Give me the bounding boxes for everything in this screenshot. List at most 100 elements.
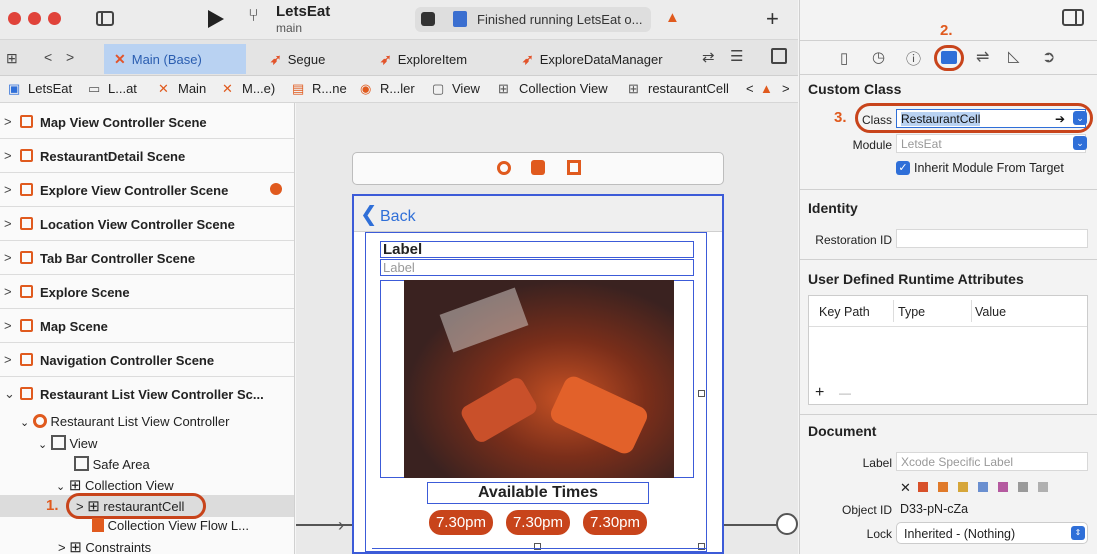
resize-handle[interactable] (698, 390, 705, 397)
warning-icon[interactable]: ▲ (760, 81, 773, 96)
editor-options-icon[interactable]: ☰ (730, 47, 743, 65)
zoom-window-button[interactable] (48, 12, 61, 25)
scene-row[interactable]: > RestaurantDetail Scene (0, 139, 294, 173)
sidebar-toggle-icon[interactable] (96, 11, 114, 26)
breadcrumb-item[interactable]: M...e) (242, 81, 275, 96)
breadcrumb-item[interactable]: R...ler (380, 81, 415, 96)
forward-icon[interactable]: > (782, 81, 790, 96)
related-items-icon[interactable]: ⇄ (702, 48, 715, 66)
warning-icon[interactable]: ▲ (665, 9, 680, 26)
scene-row[interactable]: > Location View Controller Scene (0, 207, 294, 241)
lock-popup[interactable]: Inherited - (Nothing) ⇕ (896, 522, 1088, 544)
tree-item-view[interactable]: ⌄ View (38, 435, 97, 451)
breadcrumb-item[interactable]: Main (178, 81, 206, 96)
run-button[interactable] (208, 10, 224, 28)
column-header[interactable]: Type (898, 305, 925, 319)
forward-icon[interactable]: > (66, 49, 74, 65)
breadcrumb-item[interactable]: View (452, 81, 480, 96)
scene-row[interactable]: > Explore View Controller Scene (0, 173, 294, 207)
chevron-right-icon[interactable]: > (4, 250, 12, 265)
color-swatch[interactable] (978, 482, 988, 492)
segue-icon[interactable] (776, 513, 798, 535)
inherit-checkbox[interactable]: ✓ (896, 161, 910, 175)
scene-row[interactable]: > Tab Bar Controller Scene (0, 241, 294, 275)
connections-inspector-icon[interactable]: ➲ (1042, 47, 1055, 67)
restoration-id-field[interactable] (896, 229, 1088, 248)
breadcrumb-item[interactable]: Collection View (519, 81, 608, 96)
time-button[interactable]: 7.30pm (429, 510, 493, 535)
go-to-icon[interactable]: ➔ (1055, 112, 1065, 126)
tab-explore-item[interactable]: ➶ ExploreItem (380, 44, 467, 74)
color-swatch[interactable] (918, 482, 928, 492)
breadcrumb-item[interactable]: L...at (108, 81, 137, 96)
tab-main[interactable]: ✕ Main (Base) (104, 44, 246, 74)
tree-item-collection-view[interactable]: ⌄ ⊞ Collection View (56, 476, 174, 494)
scene-row[interactable]: > Map Scene (0, 309, 294, 343)
help-inspector-icon[interactable]: ⓘ (906, 48, 921, 69)
chevron-down-icon[interactable]: ⌄ (1073, 111, 1087, 125)
add-attribute-button[interactable]: + (815, 384, 824, 402)
color-swatch[interactable] (1018, 482, 1028, 492)
add-icon[interactable]: + (766, 6, 779, 32)
identity-inspector-icon[interactable] (941, 51, 957, 64)
cell-title-label[interactable]: Label (380, 241, 694, 258)
breadcrumb-item[interactable]: R...ne (312, 81, 347, 96)
column-header[interactable]: Key Path (819, 305, 870, 319)
tree-item-flow-layout[interactable]: Collection View Flow L... (92, 518, 249, 533)
color-swatch[interactable] (1038, 482, 1048, 492)
remove-attribute-button[interactable]: — (839, 386, 851, 400)
chevron-right-icon[interactable]: > (4, 216, 12, 231)
column-header[interactable]: Value (975, 305, 1006, 319)
available-times-label[interactable]: Available Times (427, 482, 649, 504)
color-swatch[interactable] (958, 482, 968, 492)
back-icon[interactable]: < (44, 49, 52, 65)
attributes-inspector-icon[interactable]: ⇌ (976, 47, 989, 67)
scene-row[interactable]: ⌄ Restaurant List View Controller Sc... (0, 377, 294, 411)
chevron-down-icon[interactable]: ⌄ (1073, 136, 1087, 150)
tree-item-restaurant-cell[interactable]: > ⊞ restaurantCell (76, 497, 184, 515)
scene-row[interactable]: > Map View Controller Scene (0, 105, 294, 139)
restaurant-image[interactable] (404, 280, 674, 478)
first-responder-icon[interactable] (531, 160, 545, 175)
chevron-right-icon[interactable]: > (4, 148, 12, 163)
add-editor-icon[interactable] (771, 48, 787, 64)
document-label-field[interactable]: Xcode Specific Label (896, 452, 1088, 471)
activity-view[interactable]: Finished running LetsEat o... (415, 7, 651, 32)
controller-icon[interactable] (497, 161, 511, 175)
color-swatch[interactable] (998, 482, 1008, 492)
tree-item-controller[interactable]: ⌄ Restaurant List View Controller (20, 414, 229, 429)
tab-segue[interactable]: ➶ Segue (270, 44, 325, 74)
tree-item-constraints[interactable]: > ⊞ Constraints (58, 538, 151, 554)
grid-icon[interactable]: ⊞ (6, 50, 18, 67)
minimize-window-button[interactable] (28, 12, 41, 25)
class-field[interactable]: RestaurantCell ➔ ⌄ (896, 109, 1087, 128)
tree-item-safe-area[interactable]: Safe Area (74, 456, 150, 472)
back-button[interactable]: Back (380, 208, 416, 226)
history-inspector-icon[interactable]: ◷ (872, 48, 885, 66)
chevron-right-icon[interactable]: > (4, 284, 12, 299)
file-inspector-icon[interactable]: ▯ (840, 49, 848, 67)
scene-row[interactable]: > Explore Scene (0, 275, 294, 309)
module-field[interactable]: LetsEat ⌄ (896, 134, 1087, 153)
color-swatch[interactable] (938, 482, 948, 492)
time-button[interactable]: 7.30pm (506, 510, 570, 535)
breadcrumb-item[interactable]: restaurantCell (648, 81, 729, 96)
tab-explore-data-manager[interactable]: ➶ ExploreDataManager (522, 44, 663, 74)
inspector-toggle-icon[interactable] (1062, 9, 1084, 26)
exit-icon[interactable] (567, 160, 581, 175)
chevron-right-icon[interactable]: > (4, 352, 12, 367)
chevron-right-icon[interactable]: > (4, 318, 12, 333)
runtime-attributes-table[interactable]: Key Path Type Value + — (808, 295, 1088, 405)
scene-row[interactable]: > Navigation Controller Scene (0, 343, 294, 377)
breadcrumb-item[interactable]: LetsEat (28, 81, 72, 96)
no-color-icon[interactable]: ✕ (900, 480, 911, 496)
back-icon[interactable]: < (746, 81, 754, 96)
chevron-down-icon[interactable]: ⌄ (4, 386, 15, 402)
close-window-button[interactable] (8, 12, 21, 25)
chevron-right-icon[interactable]: > (4, 182, 12, 197)
time-button[interactable]: 7.30pm (583, 510, 647, 535)
back-chevron-icon[interactable]: ❮ (360, 202, 378, 227)
size-inspector-icon[interactable]: ◺ (1008, 47, 1020, 65)
cell-subtitle-label[interactable]: Label (380, 259, 694, 276)
chevron-right-icon[interactable]: > (4, 114, 12, 129)
